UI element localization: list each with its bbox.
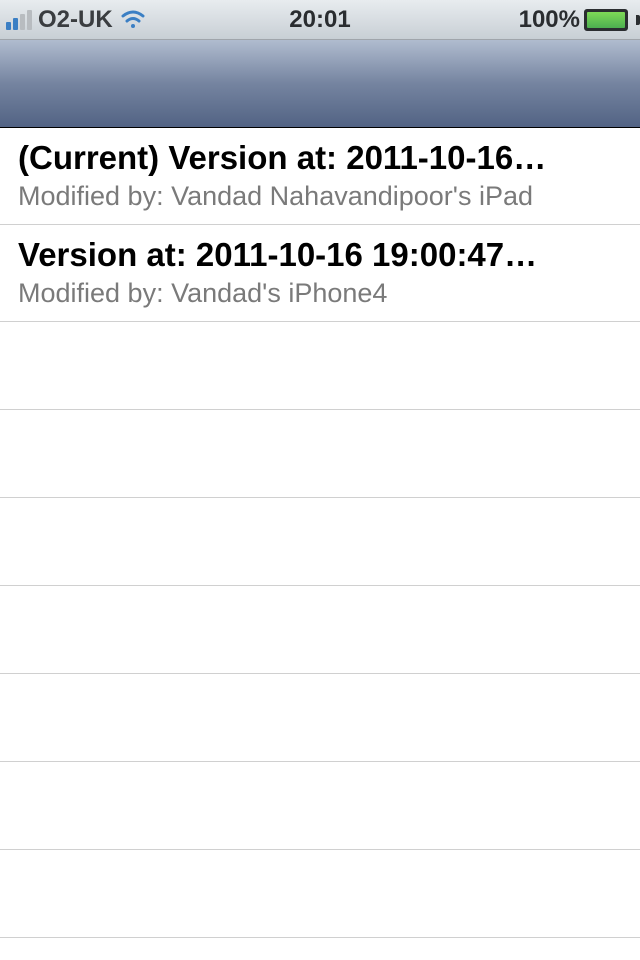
- table-row-empty: [0, 322, 640, 410]
- battery-icon: [584, 9, 634, 31]
- navigation-bar: [0, 40, 640, 128]
- table-view[interactable]: (Current) Version at: 2011-10-16… Modifi…: [0, 128, 640, 938]
- table-row-empty: [0, 586, 640, 674]
- version-title: (Current) Version at: 2011-10-16…: [18, 138, 622, 178]
- status-left: O2-UK: [6, 6, 147, 34]
- version-title: Version at: 2011-10-16 19:00:47…: [18, 235, 622, 275]
- table-row-empty: [0, 410, 640, 498]
- table-row-empty: [0, 674, 640, 762]
- table-row[interactable]: Version at: 2011-10-16 19:00:47… Modifie…: [0, 225, 640, 322]
- wifi-icon: [119, 10, 147, 30]
- version-subtitle: Modified by: Vandad's iPhone4: [18, 277, 622, 309]
- status-bar: O2-UK 20:01 100%: [0, 0, 640, 40]
- version-subtitle: Modified by: Vandad Nahavandipoor's iPad: [18, 180, 622, 212]
- status-time: 20:01: [289, 6, 350, 34]
- table-row-empty: [0, 850, 640, 938]
- carrier-label: O2-UK: [38, 6, 113, 34]
- signal-strength-icon: [6, 10, 32, 30]
- status-right: 100%: [519, 6, 634, 34]
- table-row[interactable]: (Current) Version at: 2011-10-16… Modifi…: [0, 128, 640, 225]
- table-row-empty: [0, 498, 640, 586]
- table-row-empty: [0, 762, 640, 850]
- battery-percent-label: 100%: [519, 6, 580, 34]
